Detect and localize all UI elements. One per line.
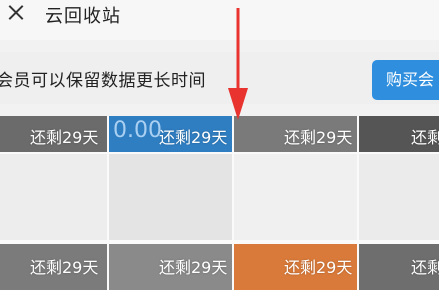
recycle-grid: 还剩29天 0.00 还剩29天 还剩29天 还剩 还剩29天 还剩29天 还剩… (0, 116, 439, 290)
days-remaining-label: 还剩29天 (284, 258, 353, 277)
red-arrow-annotation (228, 8, 248, 120)
blurred-preview (234, 154, 357, 240)
blurred-preview (359, 154, 439, 240)
file-tile[interactable]: 还剩29天 (0, 116, 107, 152)
days-remaining-label: 还剩29天 (159, 258, 228, 277)
days-remaining-label: 还剩 (411, 258, 439, 277)
file-tile[interactable]: 还剩29天 (234, 116, 357, 152)
blurred-preview (0, 154, 107, 240)
file-tile[interactable]: 0.00 还剩29天 (109, 116, 232, 152)
close-icon[interactable] (8, 4, 24, 20)
file-tile[interactable]: 还剩29天 (109, 244, 232, 290)
blurred-preview (109, 154, 232, 240)
file-tile[interactable]: 还剩 (359, 244, 439, 290)
days-remaining-label: 还剩29天 (30, 128, 99, 147)
days-remaining-label: 还剩29天 (30, 258, 99, 277)
days-remaining-label: 还剩 (411, 128, 439, 147)
file-preview-text: 0.00 (113, 118, 162, 143)
banner-text: 会员可以保留数据更长时间 (0, 71, 206, 91)
buy-membership-button[interactable]: 购买会 (372, 60, 439, 100)
page-title: 云回收站 (45, 6, 121, 27)
top-bar: 云回收站 (0, 0, 439, 40)
days-remaining-label: 还剩29天 (284, 128, 353, 147)
days-remaining-label: 还剩29天 (159, 128, 228, 147)
file-tile[interactable]: 还剩29天 (0, 244, 107, 290)
file-tile[interactable]: 还剩 (359, 116, 439, 152)
file-tile[interactable]: 还剩29天 (234, 244, 357, 290)
